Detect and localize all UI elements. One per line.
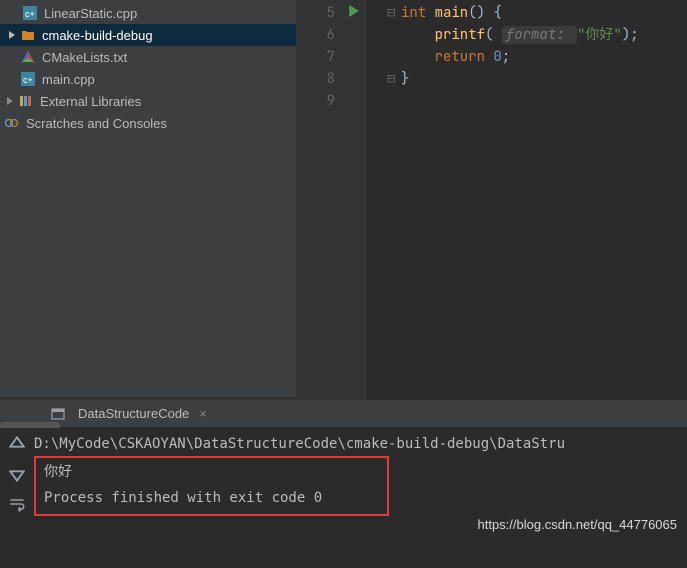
file-cmakelists[interactable]: CMakeLists.txt <box>0 46 296 68</box>
scratches-consoles[interactable]: Scratches and Consoles <box>0 112 296 134</box>
svg-text:c+: c+ <box>25 9 35 19</box>
chevron-right-icon <box>6 29 18 41</box>
exec-path: D:\MyCode\CSKAOYAN\DataStructureCode\cma… <box>34 434 687 454</box>
gutter-icons <box>345 0 367 400</box>
tree-label: External Libraries <box>40 94 141 109</box>
gutter: 5 6 7 8 9 <box>297 0 345 400</box>
run-output-panel: D:\MyCode\CSKAOYAN\DataStructureCode\cma… <box>0 428 687 538</box>
run-toolbar <box>0 428 34 538</box>
file-linearstatic[interactable]: c+ LinearStatic.cpp <box>0 2 296 24</box>
project-tree[interactable]: c+ LinearStatic.cpp cmake-build-debug CM… <box>0 0 296 400</box>
code-editor[interactable]: 5 6 7 8 9 ⊟int main() { printf( format: … <box>296 0 687 400</box>
exit-status: Process finished with exit code 0 <box>44 488 379 508</box>
spacer <box>6 51 18 63</box>
folder-icon <box>20 27 36 43</box>
line-number[interactable]: 6 <box>297 24 345 46</box>
tree-label: cmake-build-debug <box>42 28 153 43</box>
scratches-icon <box>4 115 20 131</box>
line-number[interactable]: 5 <box>297 2 345 24</box>
library-icon <box>18 93 34 109</box>
close-icon[interactable]: × <box>199 406 207 421</box>
run-tool-tabs: DataStructureCode × <box>0 400 687 428</box>
code-line[interactable] <box>401 90 639 112</box>
code-line[interactable]: printf( format: "你好"); <box>401 24 639 46</box>
tree-label: main.cpp <box>42 72 95 87</box>
wrap-icon[interactable] <box>9 496 25 512</box>
spacer <box>6 73 18 85</box>
cpp-file-icon: c+ <box>22 5 38 21</box>
svg-text:c+: c+ <box>23 75 33 85</box>
cpp-file-icon: c+ <box>20 71 36 87</box>
app-icon <box>50 406 66 422</box>
down-arrow-icon[interactable] <box>9 466 25 482</box>
cmake-file-icon <box>20 49 36 65</box>
run-gutter-icon[interactable] <box>348 4 360 22</box>
line-number[interactable]: 9 <box>297 90 345 112</box>
line-number[interactable]: 8 <box>297 68 345 90</box>
tree-label: CMakeLists.txt <box>42 50 127 65</box>
code-line[interactable]: ⊟} <box>401 68 639 90</box>
run-tab[interactable]: DataStructureCode × <box>40 400 217 427</box>
chevron-right-icon <box>4 95 16 107</box>
line-number[interactable]: 7 <box>297 46 345 68</box>
tree-label: LinearStatic.cpp <box>44 6 137 21</box>
stdout-line: 你好 <box>44 462 379 482</box>
tab-label: DataStructureCode <box>78 406 189 421</box>
file-main-cpp[interactable]: c+ main.cpp <box>0 68 296 90</box>
highlighted-output: 你好 Process finished with exit code 0 <box>34 456 389 516</box>
tree-label: Scratches and Consoles <box>26 116 167 131</box>
external-libraries[interactable]: External Libraries <box>0 90 296 112</box>
up-arrow-icon[interactable] <box>9 436 25 452</box>
watermark: https://blog.csdn.net/qq_44776065 <box>478 517 678 532</box>
folder-cmake-build-debug[interactable]: cmake-build-debug <box>0 24 296 46</box>
code-line[interactable]: return 0; <box>401 46 639 68</box>
code-line[interactable]: ⊟int main() { <box>401 2 639 24</box>
code-area[interactable]: ⊟int main() { printf( format: "你好"); ret… <box>367 0 639 400</box>
